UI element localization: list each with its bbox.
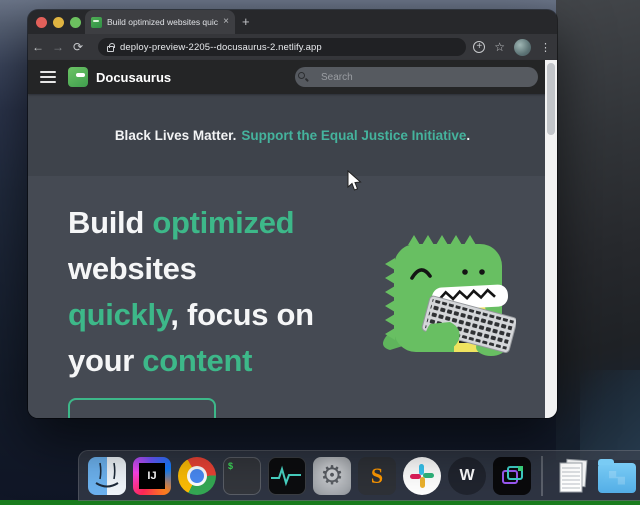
tab-strip: Build optimized websites quick × + (28, 10, 557, 34)
page-scrollbar[interactable] (545, 60, 557, 418)
macos-dock: IJ $ ⚙ S W (78, 450, 640, 501)
url-text: deploy-preview-2205--docusaurus-2.netlif… (120, 42, 322, 53)
bookmark-star-icon[interactable]: ☆ (494, 40, 505, 54)
dock-divider (541, 456, 543, 496)
slack-icon[interactable] (403, 457, 441, 495)
windows-switcher-app-icon[interactable] (493, 457, 531, 495)
close-window-button[interactable] (36, 17, 47, 28)
profile-avatar[interactable] (514, 39, 531, 56)
traffic-lights (36, 17, 81, 28)
banner-suffix: . (466, 128, 470, 143)
new-tab-button[interactable]: + (242, 14, 250, 29)
docusaurus-mascot-illustration (366, 216, 516, 356)
circled-plus-icon[interactable]: + (473, 41, 485, 53)
site-brand[interactable]: Docusaurus (96, 70, 171, 85)
docusaurus-logo[interactable] (68, 67, 88, 87)
toolbar-right: + ☆ ⋮ (473, 34, 551, 60)
hero-section: Build optimized websites quickly, focus … (28, 176, 557, 418)
tab-title: Build optimized websites quick (107, 17, 218, 27)
sublime-text-icon[interactable]: S (358, 457, 396, 495)
browser-window: Build optimized websites quick × + ← → ⟳… (28, 10, 557, 418)
activity-monitor-icon[interactable] (268, 457, 306, 495)
intellij-idea-icon[interactable]: IJ (133, 457, 171, 495)
mouse-cursor (347, 170, 363, 192)
announcement-banner: Black Lives Matter. Support the Equal Ju… (28, 94, 557, 176)
search-icon (298, 72, 305, 79)
address-bar[interactable]: deploy-preview-2205--docusaurus-2.netlif… (98, 38, 466, 56)
hamburger-menu-icon[interactable] (40, 71, 56, 83)
scrollbar-thumb[interactable] (547, 63, 555, 135)
browser-tab[interactable]: Build optimized websites quick × (85, 10, 235, 34)
workplace-icon[interactable]: W (448, 457, 486, 495)
docusaurus-page: Docusaurus Black Lives Matter. Support t… (28, 60, 557, 418)
lock-icon (107, 46, 114, 52)
chrome-icon[interactable] (178, 457, 216, 495)
browser-toolbar: ← → ⟳ deploy-preview-2205--docusaurus-2.… (28, 34, 557, 60)
docusaurus-favicon (91, 17, 102, 28)
banner-link[interactable]: Support the Equal Justice Initiative (241, 128, 466, 143)
forward-icon[interactable]: → (48, 40, 68, 54)
hero-headline: Build optimized websites quickly, focus … (68, 200, 380, 384)
site-navbar: Docusaurus (28, 60, 557, 94)
finder-icon[interactable] (88, 457, 126, 495)
shared-folder-icon[interactable] (598, 463, 636, 493)
documents-stack-icon[interactable] (553, 457, 591, 495)
get-started-button[interactable] (68, 398, 216, 418)
wallpaper-cliffs (556, 0, 640, 460)
zoom-window-button[interactable] (70, 17, 81, 28)
back-icon[interactable]: ← (28, 40, 48, 54)
terminal-icon[interactable]: $ (223, 457, 261, 495)
system-preferences-icon[interactable]: ⚙ (313, 457, 351, 495)
desktop: Build optimized websites quick × + ← → ⟳… (0, 0, 640, 505)
reload-icon[interactable]: ⟳ (68, 40, 88, 54)
banner-text: Black Lives Matter. (115, 128, 237, 143)
tab-close-icon[interactable]: × (223, 17, 229, 27)
search-input[interactable] (295, 67, 538, 87)
minimize-window-button[interactable] (53, 17, 64, 28)
browser-menu-icon[interactable]: ⋮ (540, 41, 551, 54)
